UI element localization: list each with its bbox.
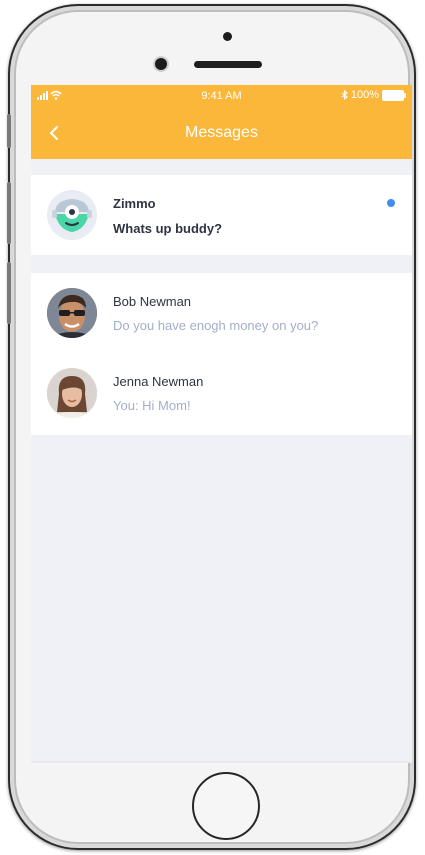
earpiece-speaker: [194, 61, 262, 68]
message-preview: Whats up buddy?: [113, 221, 223, 236]
message-preview: You: Hi Mom!: [113, 398, 191, 413]
avatar-jenna: [47, 368, 97, 418]
battery-percent: 100%: [350, 89, 379, 101]
bottom-divider: [31, 761, 412, 763]
contact-name: Bob Newman: [113, 294, 192, 309]
mute-switch: [7, 114, 11, 148]
proximity-sensor: [223, 32, 232, 41]
volume-down-button: [7, 262, 11, 324]
read-section: Bob Newman Do you have enogh money on yo…: [31, 273, 412, 435]
conversation-row-zimmo[interactable]: Zimmo Whats up buddy?: [31, 175, 412, 255]
conversation-row-bob[interactable]: Bob Newman Do you have enogh money on yo…: [31, 273, 412, 353]
jenna-photo: [47, 368, 97, 418]
bluetooth-icon: [341, 90, 348, 100]
contact-name: Zimmo: [113, 196, 156, 211]
home-button[interactable]: [192, 772, 260, 840]
bob-photo: [47, 288, 97, 338]
conversation-row-jenna[interactable]: Jenna Newman You: Hi Mom!: [31, 353, 412, 433]
avatar-bob: [47, 288, 97, 338]
avatar-zimmo: [47, 190, 97, 240]
zimmo-bot-icon: [47, 190, 97, 240]
volume-up-button: [7, 182, 11, 244]
contact-name: Jenna Newman: [113, 374, 204, 389]
unread-section: Zimmo Whats up buddy?: [31, 175, 412, 255]
nav-bar: Messages: [31, 107, 412, 159]
status-bar: 9:41 AM 100%: [31, 85, 412, 107]
unread-indicator: [387, 199, 395, 207]
page-title: Messages: [185, 124, 258, 141]
screen: 9:41 AM 100% Messages Zimmo Whats up bud…: [31, 85, 412, 763]
front-camera: [155, 58, 167, 70]
message-preview: Do you have enogh money on you?: [113, 318, 319, 333]
battery-indicator: 100%: [341, 89, 406, 101]
battery-icon: [382, 89, 406, 101]
